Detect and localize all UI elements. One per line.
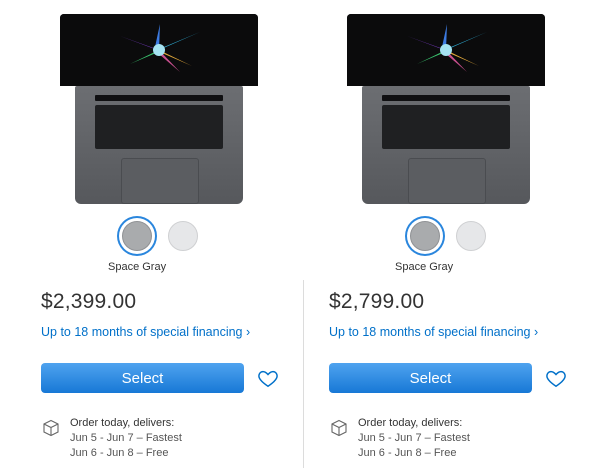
wallpaper-burst — [347, 14, 545, 86]
delivery-fastest: Jun 5 - Jun 7 – Fastest — [358, 432, 470, 444]
delivery-info: Order today, delivers: Jun 5 - Jun 7 – F… — [358, 416, 470, 461]
swatch-space-gray[interactable] — [410, 221, 440, 251]
heart-icon[interactable] — [257, 367, 279, 389]
laptop-base — [75, 86, 243, 204]
touch-bar — [382, 95, 510, 101]
swatch-silver[interactable] — [168, 221, 198, 251]
trackpad — [121, 158, 199, 204]
delivery-fastest: Jun 5 - Jun 7 – Fastest — [70, 432, 182, 444]
delivery-info: Order today, delivers: Jun 5 - Jun 7 – F… — [70, 416, 182, 461]
wallpaper-burst — [60, 14, 258, 86]
delivery-free: Jun 6 - Jun 8 – Free — [70, 447, 169, 459]
laptop-screen — [347, 14, 545, 86]
keyboard — [95, 105, 223, 149]
keyboard — [382, 105, 510, 149]
box-icon — [330, 419, 348, 437]
product-image — [347, 14, 545, 204]
financing-link[interactable]: Up to 18 months of special financing › — [329, 325, 538, 339]
swatch-label: Space Gray — [395, 261, 454, 273]
product-image — [60, 14, 258, 204]
delivery-title: Order today, delivers: — [70, 417, 175, 429]
delivery-free: Jun 6 - Jun 8 – Free — [358, 447, 457, 459]
product-card-1: Space Gray $2,399.00 Up to 18 months of … — [0, 0, 288, 468]
laptop-screen — [60, 14, 258, 86]
swatch-label: Space Gray — [108, 261, 167, 273]
heart-icon[interactable] — [545, 367, 567, 389]
select-button[interactable]: Select — [329, 363, 532, 393]
trackpad — [408, 158, 486, 204]
price: $2,799.00 — [329, 290, 425, 313]
select-button[interactable]: Select — [41, 363, 244, 393]
price: $2,399.00 — [41, 290, 137, 313]
touch-bar — [95, 95, 223, 101]
delivery-title: Order today, delivers: — [358, 417, 463, 429]
swatch-silver[interactable] — [456, 221, 486, 251]
swatch-space-gray[interactable] — [122, 221, 152, 251]
box-icon — [42, 419, 60, 437]
financing-link[interactable]: Up to 18 months of special financing › — [41, 325, 250, 339]
laptop-base — [362, 86, 530, 204]
product-card-2: Space Gray $2,799.00 Up to 18 months of … — [288, 0, 576, 468]
